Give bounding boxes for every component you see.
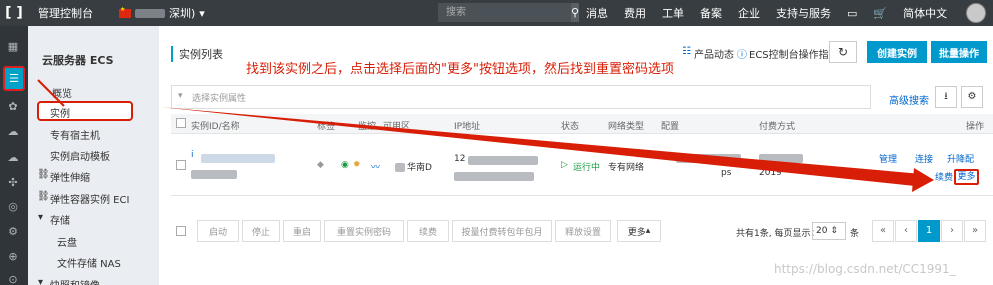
arrow-to-instances [37,79,65,107]
watermark: https://blog.csdn.net/CC1991_ [774,262,956,276]
arrow-head [912,168,934,192]
more-actions-button[interactable]: 更多 [954,169,979,185]
arrow-to-more [160,107,922,186]
annotation-text: 找到该实例之后，点击选择后面的"更多"按钮选项，然后找到重置密码选项 [246,62,674,77]
annotation-arrows [37,79,934,192]
